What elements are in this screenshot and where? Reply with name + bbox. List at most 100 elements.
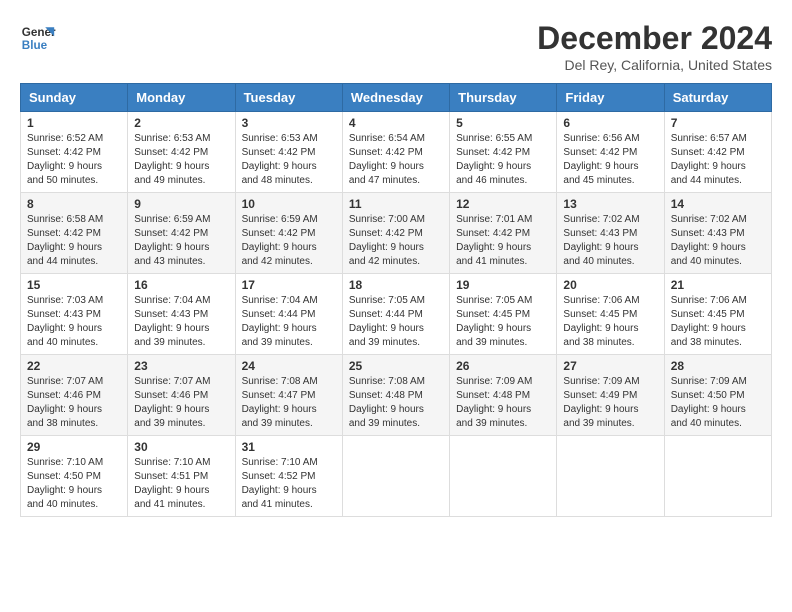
day-info: Sunrise: 7:02 AM Sunset: 4:43 PM Dayligh…	[563, 213, 657, 269]
day-info: Sunrise: 7:10 AM Sunset: 4:52 PM Dayligh…	[242, 456, 336, 512]
day-number: 2	[134, 116, 228, 130]
day-number: 27	[563, 359, 657, 373]
day-info: Sunrise: 6:53 AM Sunset: 4:42 PM Dayligh…	[242, 132, 336, 188]
day-info: Sunrise: 7:09 AM Sunset: 4:48 PM Dayligh…	[456, 375, 550, 431]
main-title: December 2024	[537, 20, 772, 57]
calendar-cell: 17 Sunrise: 7:04 AM Sunset: 4:44 PM Dayl…	[235, 274, 342, 355]
day-number: 11	[349, 197, 443, 211]
day-number: 14	[671, 197, 765, 211]
day-number: 25	[349, 359, 443, 373]
day-number: 4	[349, 116, 443, 130]
calendar-cell: 13 Sunrise: 7:02 AM Sunset: 4:43 PM Dayl…	[557, 193, 664, 274]
day-info: Sunrise: 7:06 AM Sunset: 4:45 PM Dayligh…	[671, 294, 765, 350]
day-info: Sunrise: 7:04 AM Sunset: 4:44 PM Dayligh…	[242, 294, 336, 350]
calendar-cell: 20 Sunrise: 7:06 AM Sunset: 4:45 PM Dayl…	[557, 274, 664, 355]
calendar-cell: 22 Sunrise: 7:07 AM Sunset: 4:46 PM Dayl…	[21, 355, 128, 436]
calendar-cell: 8 Sunrise: 6:58 AM Sunset: 4:42 PM Dayli…	[21, 193, 128, 274]
day-info: Sunrise: 7:05 AM Sunset: 4:45 PM Dayligh…	[456, 294, 550, 350]
day-number: 23	[134, 359, 228, 373]
calendar-cell: 10 Sunrise: 6:59 AM Sunset: 4:42 PM Dayl…	[235, 193, 342, 274]
day-info: Sunrise: 6:59 AM Sunset: 4:42 PM Dayligh…	[242, 213, 336, 269]
day-info: Sunrise: 7:03 AM Sunset: 4:43 PM Dayligh…	[27, 294, 121, 350]
calendar-cell: 21 Sunrise: 7:06 AM Sunset: 4:45 PM Dayl…	[664, 274, 771, 355]
calendar-cell: 3 Sunrise: 6:53 AM Sunset: 4:42 PM Dayli…	[235, 112, 342, 193]
day-info: Sunrise: 7:08 AM Sunset: 4:47 PM Dayligh…	[242, 375, 336, 431]
day-number: 3	[242, 116, 336, 130]
calendar-cell: 11 Sunrise: 7:00 AM Sunset: 4:42 PM Dayl…	[342, 193, 449, 274]
day-number: 7	[671, 116, 765, 130]
day-info: Sunrise: 7:08 AM Sunset: 4:48 PM Dayligh…	[349, 375, 443, 431]
day-number: 24	[242, 359, 336, 373]
calendar-cell: 5 Sunrise: 6:55 AM Sunset: 4:42 PM Dayli…	[450, 112, 557, 193]
calendar-cell: 30 Sunrise: 7:10 AM Sunset: 4:51 PM Dayl…	[128, 436, 235, 517]
calendar-cell: 15 Sunrise: 7:03 AM Sunset: 4:43 PM Dayl…	[21, 274, 128, 355]
day-number: 16	[134, 278, 228, 292]
day-number: 15	[27, 278, 121, 292]
weekday-header-tuesday: Tuesday	[235, 84, 342, 112]
weekday-header-wednesday: Wednesday	[342, 84, 449, 112]
calendar-cell: 23 Sunrise: 7:07 AM Sunset: 4:46 PM Dayl…	[128, 355, 235, 436]
day-number: 21	[671, 278, 765, 292]
day-number: 13	[563, 197, 657, 211]
weekday-header-sunday: Sunday	[21, 84, 128, 112]
day-number: 26	[456, 359, 550, 373]
logo: General Blue	[20, 20, 56, 56]
calendar-cell: 16 Sunrise: 7:04 AM Sunset: 4:43 PM Dayl…	[128, 274, 235, 355]
day-info: Sunrise: 7:09 AM Sunset: 4:50 PM Dayligh…	[671, 375, 765, 431]
calendar-cell: 29 Sunrise: 7:10 AM Sunset: 4:50 PM Dayl…	[21, 436, 128, 517]
calendar-cell: 31 Sunrise: 7:10 AM Sunset: 4:52 PM Dayl…	[235, 436, 342, 517]
calendar-cell: 6 Sunrise: 6:56 AM Sunset: 4:42 PM Dayli…	[557, 112, 664, 193]
subtitle: Del Rey, California, United States	[537, 57, 772, 73]
day-info: Sunrise: 7:07 AM Sunset: 4:46 PM Dayligh…	[27, 375, 121, 431]
calendar-cell: 25 Sunrise: 7:08 AM Sunset: 4:48 PM Dayl…	[342, 355, 449, 436]
day-info: Sunrise: 6:54 AM Sunset: 4:42 PM Dayligh…	[349, 132, 443, 188]
calendar-cell: 7 Sunrise: 6:57 AM Sunset: 4:42 PM Dayli…	[664, 112, 771, 193]
day-number: 1	[27, 116, 121, 130]
day-info: Sunrise: 7:01 AM Sunset: 4:42 PM Dayligh…	[456, 213, 550, 269]
calendar-cell: 2 Sunrise: 6:53 AM Sunset: 4:42 PM Dayli…	[128, 112, 235, 193]
calendar-cell: 4 Sunrise: 6:54 AM Sunset: 4:42 PM Dayli…	[342, 112, 449, 193]
logo-icon: General Blue	[20, 20, 56, 56]
day-number: 5	[456, 116, 550, 130]
calendar-cell: 14 Sunrise: 7:02 AM Sunset: 4:43 PM Dayl…	[664, 193, 771, 274]
day-info: Sunrise: 7:00 AM Sunset: 4:42 PM Dayligh…	[349, 213, 443, 269]
day-number: 8	[27, 197, 121, 211]
calendar-cell	[557, 436, 664, 517]
day-info: Sunrise: 7:06 AM Sunset: 4:45 PM Dayligh…	[563, 294, 657, 350]
calendar: SundayMondayTuesdayWednesdayThursdayFrid…	[20, 83, 772, 517]
day-info: Sunrise: 6:57 AM Sunset: 4:42 PM Dayligh…	[671, 132, 765, 188]
calendar-cell: 27 Sunrise: 7:09 AM Sunset: 4:49 PM Dayl…	[557, 355, 664, 436]
day-number: 18	[349, 278, 443, 292]
day-number: 10	[242, 197, 336, 211]
day-info: Sunrise: 7:09 AM Sunset: 4:49 PM Dayligh…	[563, 375, 657, 431]
calendar-cell: 18 Sunrise: 7:05 AM Sunset: 4:44 PM Dayl…	[342, 274, 449, 355]
calendar-cell: 1 Sunrise: 6:52 AM Sunset: 4:42 PM Dayli…	[21, 112, 128, 193]
day-number: 19	[456, 278, 550, 292]
day-info: Sunrise: 7:07 AM Sunset: 4:46 PM Dayligh…	[134, 375, 228, 431]
svg-text:Blue: Blue	[22, 39, 48, 52]
day-number: 29	[27, 440, 121, 454]
weekday-header-saturday: Saturday	[664, 84, 771, 112]
day-info: Sunrise: 6:56 AM Sunset: 4:42 PM Dayligh…	[563, 132, 657, 188]
calendar-cell: 24 Sunrise: 7:08 AM Sunset: 4:47 PM Dayl…	[235, 355, 342, 436]
day-info: Sunrise: 6:53 AM Sunset: 4:42 PM Dayligh…	[134, 132, 228, 188]
day-number: 30	[134, 440, 228, 454]
day-number: 17	[242, 278, 336, 292]
calendar-cell: 9 Sunrise: 6:59 AM Sunset: 4:42 PM Dayli…	[128, 193, 235, 274]
day-number: 31	[242, 440, 336, 454]
day-number: 12	[456, 197, 550, 211]
title-area: December 2024 Del Rey, California, Unite…	[537, 20, 772, 73]
calendar-cell: 26 Sunrise: 7:09 AM Sunset: 4:48 PM Dayl…	[450, 355, 557, 436]
day-info: Sunrise: 7:05 AM Sunset: 4:44 PM Dayligh…	[349, 294, 443, 350]
day-number: 20	[563, 278, 657, 292]
day-info: Sunrise: 6:55 AM Sunset: 4:42 PM Dayligh…	[456, 132, 550, 188]
calendar-cell: 19 Sunrise: 7:05 AM Sunset: 4:45 PM Dayl…	[450, 274, 557, 355]
day-info: Sunrise: 7:10 AM Sunset: 4:50 PM Dayligh…	[27, 456, 121, 512]
weekday-header-friday: Friday	[557, 84, 664, 112]
day-info: Sunrise: 7:02 AM Sunset: 4:43 PM Dayligh…	[671, 213, 765, 269]
weekday-header-thursday: Thursday	[450, 84, 557, 112]
calendar-cell: 12 Sunrise: 7:01 AM Sunset: 4:42 PM Dayl…	[450, 193, 557, 274]
day-info: Sunrise: 6:59 AM Sunset: 4:42 PM Dayligh…	[134, 213, 228, 269]
calendar-cell: 28 Sunrise: 7:09 AM Sunset: 4:50 PM Dayl…	[664, 355, 771, 436]
day-number: 9	[134, 197, 228, 211]
